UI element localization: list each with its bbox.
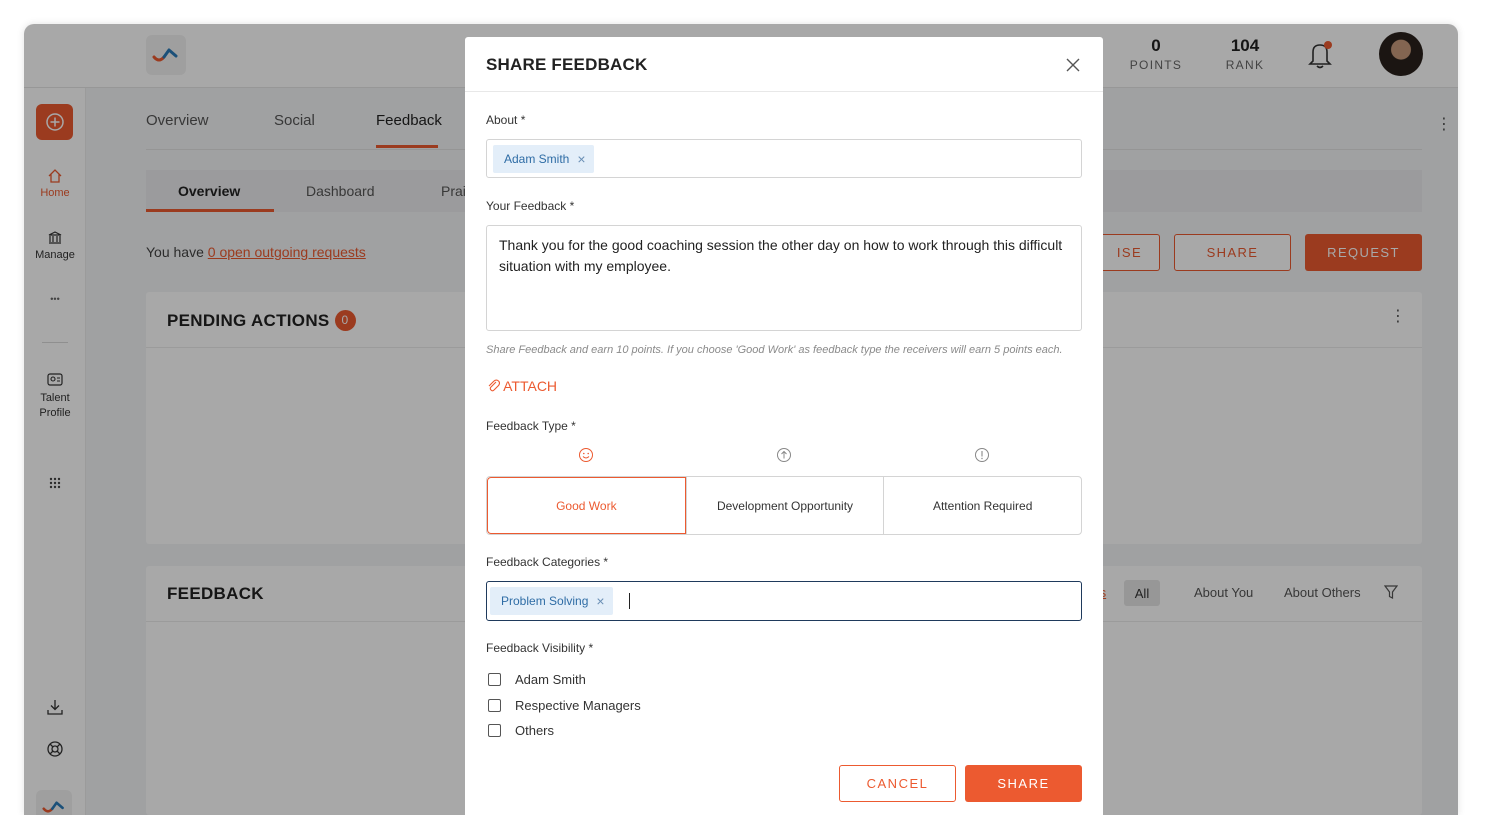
attach-button[interactable]: ATTACH <box>486 378 557 394</box>
checkbox[interactable] <box>488 724 501 737</box>
paperclip-icon <box>488 379 501 392</box>
checkbox[interactable] <box>488 673 501 686</box>
visibility-label-others: Others <box>515 723 555 738</box>
about-chip: Adam Smith × <box>493 145 594 173</box>
about-chip-label: Adam Smith <box>504 152 570 166</box>
feedback-type-selector: Good Work Development Opportunity Attent… <box>486 476 1082 535</box>
visibility-label-managers: Respective Managers <box>515 698 641 713</box>
your-feedback-label: Your Feedback * <box>486 199 575 213</box>
modal-header: SHARE FEEDBACK <box>465 37 1103 92</box>
share-feedback-modal: SHARE FEEDBACK About * Adam Smith × Your… <box>465 37 1103 815</box>
visibility-label-adam: Adam Smith <box>515 672 586 687</box>
visibility-option-others[interactable]: Others <box>488 723 554 738</box>
info-circle-icon <box>975 448 989 462</box>
share-submit-button[interactable]: SHARE <box>965 765 1082 802</box>
visibility-option-managers[interactable]: Respective Managers <box>488 698 641 713</box>
arrow-up-circle-icon <box>777 448 791 462</box>
text-cursor <box>629 593 630 609</box>
about-label: About * <box>486 113 526 127</box>
visibility-option-adam[interactable]: Adam Smith <box>488 672 586 687</box>
close-icon[interactable] <box>1063 55 1083 75</box>
remove-chip-icon[interactable]: × <box>577 151 585 167</box>
category-chip: Problem Solving × <box>490 587 613 615</box>
type-attention-required[interactable]: Attention Required <box>883 477 1081 534</box>
type-good-work[interactable]: Good Work <box>487 477 686 534</box>
categories-field[interactable]: Problem Solving × <box>486 581 1082 621</box>
remove-chip-icon[interactable]: × <box>596 593 604 609</box>
category-chip-label: Problem Solving <box>501 594 589 608</box>
about-field[interactable]: Adam Smith × <box>486 139 1082 178</box>
checkbox[interactable] <box>488 699 501 712</box>
cancel-button[interactable]: CANCEL <box>839 765 956 802</box>
feedback-type-label: Feedback Type * <box>486 419 576 433</box>
feedback-textarea[interactable]: Thank you for the good coaching session … <box>486 225 1082 331</box>
feedback-text: Thank you for the good coaching session … <box>499 237 1063 274</box>
modal-title: SHARE FEEDBACK <box>486 55 648 74</box>
attach-label: ATTACH <box>503 378 558 394</box>
feedback-categories-label: Feedback Categories * <box>486 555 609 569</box>
type-development-opportunity[interactable]: Development Opportunity <box>685 477 884 534</box>
smile-icon <box>579 448 593 462</box>
points-hint: Share Feedback and earn 10 points. If yo… <box>486 344 1063 356</box>
feedback-visibility-label: Feedback Visibility * <box>486 641 594 655</box>
